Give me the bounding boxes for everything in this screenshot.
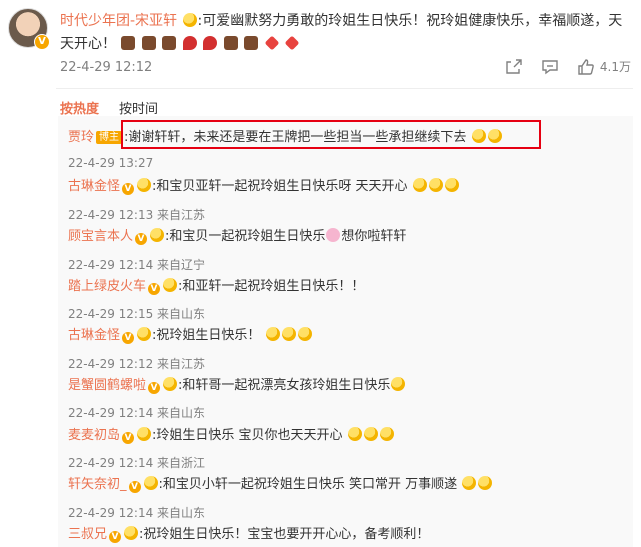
love-eyes-emoji-icon: [391, 377, 406, 391]
commenter-name[interactable]: 古琳金怪: [68, 328, 120, 343]
post-author-link[interactable]: 时代少年团-宋亚轩: [60, 13, 177, 29]
verified-badge-icon: V: [148, 382, 161, 394]
thumbs-up-icon: [578, 58, 594, 75]
comment-item: 麦麦初岛 V :玲姐生日快乐 宝贝你也天天开心: [68, 427, 395, 445]
avatar-emoji-icon: [137, 327, 152, 341]
like-count: 4.1万: [599, 60, 631, 74]
post-timestamp: 22-4-29 12:12: [60, 60, 153, 75]
commenter-name[interactable]: 三叔兄: [68, 527, 107, 542]
comment-text-tail: 想你啦轩轩: [341, 229, 407, 244]
verified-badge-icon: V: [122, 432, 135, 444]
comment-button[interactable]: [541, 58, 559, 75]
comment-item: 古琳金怪 V :祝玲姐生日快乐！: [68, 327, 313, 345]
post-body-line2: 天开心！: [60, 36, 116, 52]
cake-emoji-icon: [162, 36, 177, 50]
rose-emoji-icon: [182, 36, 197, 50]
smile-emoji-icon: [379, 427, 394, 441]
avatar-emoji-icon: [124, 526, 139, 540]
comment-timestamp: 22-4-29 12:14 来自辽宁: [68, 258, 206, 272]
smile-emoji-icon: [363, 427, 378, 441]
comment-item: 踏上绿皮火车 V :和亚轩一起祝玲姐生日快乐！！: [68, 278, 364, 296]
rose-emoji-icon: [203, 36, 218, 50]
commenter-name[interactable]: 顾宝言本人: [68, 229, 133, 244]
verified-badge-icon: V: [122, 183, 135, 195]
comment-text: :和宝贝亚轩一起祝玲姐生日快乐呀 天天开心: [152, 179, 408, 194]
tab-sort-by-hot[interactable]: 按热度: [60, 98, 99, 117]
post-actions: 4.1万: [487, 58, 631, 75]
post-body-line1: :可爱幽默努力勇敢的玲姐生日快乐！祝玲姐健康快乐，幸福顺遂，天: [197, 13, 623, 29]
cake-emoji-icon: [121, 36, 136, 50]
author-tag-badge: 博主: [96, 131, 123, 144]
cheer-emoji-icon: [265, 327, 280, 341]
comment-timestamp: 22-4-29 12:14 来自山东: [68, 406, 206, 420]
comment-item: 古琳金怪 V :和宝贝亚轩一起祝玲姐生日快乐呀 天天开心: [68, 178, 460, 196]
share-icon: [506, 58, 522, 74]
verified-badge-icon: V: [109, 531, 122, 543]
comment-icon: [542, 59, 558, 74]
comment-text: :玲姐生日快乐 宝贝你也天天开心: [152, 428, 343, 443]
comment-text: :祝玲姐生日快乐！: [152, 328, 261, 343]
cake-emoji-icon: [223, 36, 238, 50]
comment-text: :和轩哥一起祝漂亮女孩玲姐生日快乐: [178, 378, 391, 393]
avatar-emoji-icon: [137, 427, 152, 441]
comment-timestamp: 22-4-29 12:15 来自山东: [68, 307, 206, 321]
avatar-emoji-icon: [182, 13, 197, 27]
comment-item: 轩矢奈初_ V :和宝贝小轩一起祝玲姐生日快乐 笑口常开 万事顺遂: [68, 476, 493, 494]
comment-item: 是蟹圆鹤螺啦 V :和轩哥一起祝漂亮女孩玲姐生日快乐: [68, 377, 406, 395]
commenter-name[interactable]: 轩矢奈初_: [68, 477, 127, 492]
cake-emoji-icon: [141, 36, 156, 50]
avatar-emoji-icon: [137, 178, 152, 192]
post-text: 时代少年团-宋亚轩 :可爱幽默努力勇敢的玲姐生日快乐！祝玲姐健康快乐，幸福顺遂，…: [60, 10, 630, 56]
kiss-emoji-icon: [478, 476, 493, 490]
kiss-emoji-icon: [347, 427, 362, 441]
comment-text: :祝玲姐生日快乐！宝宝也要开开心心，备考顺利！: [139, 527, 430, 542]
like-button[interactable]: 4.1万: [577, 58, 631, 75]
comment-timestamp: 22-4-29 12:13 来自江苏: [68, 208, 206, 222]
comment-timestamp: 22-4-29 12:14 来自山东: [68, 506, 206, 520]
share-button[interactable]: [505, 58, 523, 75]
commenter-name[interactable]: 麦麦初岛: [68, 428, 120, 443]
heart-emoji-icon: [264, 35, 280, 51]
comment-item: 顾宝言本人 V :和宝贝一起祝玲姐生日快乐 想你啦轩轩: [68, 228, 406, 246]
commenter-name[interactable]: 贾玲: [68, 130, 94, 145]
highlight-box: [121, 120, 541, 149]
bunny-emoji-icon: [326, 228, 341, 242]
avatar-emoji-icon: [163, 278, 178, 292]
comment-text: :和宝贝小轩一起祝玲姐生日快乐 笑口常开 万事顺遂: [158, 477, 458, 492]
comment-item: 三叔兄 V :祝玲姐生日快乐！宝宝也要开开心心，备考顺利！: [68, 526, 429, 544]
weibo-comment-page: V 时代少年团-宋亚轩 :可爱幽默努力勇敢的玲姐生日快乐！祝玲姐健康快乐，幸福顺…: [0, 0, 641, 547]
divider: [56, 88, 633, 89]
cheer-emoji-icon: [297, 327, 312, 341]
heart-emoji-icon: [284, 35, 300, 51]
cake-emoji-icon: [244, 36, 259, 50]
commenter-name[interactable]: 踏上绿皮火车: [68, 279, 146, 294]
sort-tabs: 按热度 按时间: [60, 98, 158, 117]
comment-text: :和宝贝一起祝玲姐生日快乐: [165, 229, 326, 244]
commenter-name[interactable]: 是蟹圆鹤螺啦: [68, 378, 146, 393]
avatar-emoji-icon: [150, 228, 165, 242]
avatar-emoji-icon: [143, 476, 158, 490]
tab-sort-by-time[interactable]: 按时间: [119, 98, 158, 117]
cheer-emoji-icon: [444, 178, 459, 192]
verified-badge-icon: V: [122, 332, 135, 344]
cheer-emoji-icon: [281, 327, 296, 341]
cheer-emoji-icon: [428, 178, 443, 192]
cheer-emoji-icon: [412, 178, 427, 192]
kiss-emoji-icon: [462, 476, 477, 490]
comment-text: :和亚轩一起祝玲姐生日快乐！！: [178, 279, 365, 294]
verified-badge-icon: V: [34, 34, 50, 50]
commenter-name[interactable]: 古琳金怪: [68, 179, 120, 194]
verified-badge-icon: V: [135, 233, 148, 245]
comment-timestamp: 22-4-29 13:27: [68, 156, 154, 170]
verified-badge-icon: V: [148, 283, 161, 295]
verified-badge-icon: V: [128, 481, 141, 493]
comment-timestamp: 22-4-29 12:12 来自江苏: [68, 357, 206, 371]
comment-timestamp: 22-4-29 12:14 来自浙江: [68, 456, 206, 470]
avatar-emoji-icon: [163, 377, 178, 391]
